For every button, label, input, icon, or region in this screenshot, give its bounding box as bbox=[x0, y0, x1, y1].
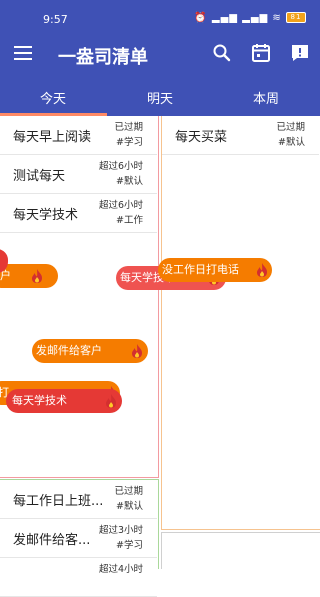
floating-task-bubble[interactable]: 发邮件给客户 bbox=[32, 339, 148, 363]
quadrant-not-urgent-important: 每天买菜 已过期 #默认 bbox=[161, 116, 320, 530]
task-name: 每天买菜 bbox=[175, 130, 228, 145]
bubble-label: 每天学技术 bbox=[12, 394, 67, 407]
tab-this-week[interactable]: 本周 bbox=[253, 88, 279, 107]
task-meta: 超过6小时 #默认 bbox=[98, 161, 143, 187]
task-name: 发邮件给客... bbox=[13, 533, 91, 548]
task-row[interactable]: 发邮件给客... 超过3小时 #学习 bbox=[0, 519, 157, 558]
task-meta: 已过期 #学习 bbox=[114, 122, 143, 148]
tab-bar: 今天 明天 本周 bbox=[0, 78, 320, 116]
flame-icon bbox=[257, 263, 267, 277]
quadrant-urgent-important: 每天早上阅读 已过期 #学习 测试每天 超过6小时 #默认 每天学技术 超过6小时 #… bbox=[0, 116, 159, 478]
task-row[interactable]: 测试每天 超过6小时 #默认 bbox=[0, 155, 157, 194]
task-meta: 超过3小时 #学习 bbox=[98, 525, 143, 551]
task-row[interactable]: 每天买菜 已过期 #默认 bbox=[162, 116, 319, 155]
feedback-icon[interactable] bbox=[289, 42, 311, 64]
menu-icon[interactable] bbox=[14, 46, 32, 60]
task-row[interactable]: 每天早上阅读 已过期 #学习 bbox=[0, 116, 157, 155]
task-meta: 已过期 #默认 bbox=[276, 122, 305, 148]
status-time: 9:57 bbox=[43, 13, 68, 26]
task-name: 每天早上阅读 bbox=[13, 130, 92, 145]
task-row[interactable]: 超过4小时 bbox=[0, 558, 157, 597]
app-title: 一盎司清单 bbox=[58, 47, 148, 68]
task-row[interactable]: 每天学技术 超过6小时 #工作 bbox=[0, 194, 157, 233]
battery-icon: 81 bbox=[286, 12, 306, 23]
floating-task-bubble[interactable]: 户 bbox=[0, 264, 58, 288]
task-meta: 超过4小时 bbox=[98, 564, 143, 575]
search-icon[interactable] bbox=[211, 42, 233, 64]
app-toolbar: 一盎司清单 bbox=[0, 40, 320, 78]
bubble-label: 发邮件给客户 bbox=[36, 344, 102, 357]
calendar-icon[interactable] bbox=[250, 42, 272, 64]
task-row[interactable]: 每工作日上班... 已过期 #默认 bbox=[0, 480, 157, 519]
quadrant-urgent-not-important: 每工作日上班... 已过期 #默认 发邮件给客... 超过3小时 #学习 超过4小时 bbox=[0, 479, 159, 597]
tab-tomorrow[interactable]: 明天 bbox=[147, 88, 173, 107]
status-bar: 9:57 ⏰ ▂▄▆ ▂▄▆ ≋ 81 bbox=[0, 0, 320, 40]
floating-task-bubble[interactable]: 每天学技术 bbox=[6, 389, 122, 413]
flame-icon bbox=[132, 344, 142, 358]
task-meta: 超过6小时 #工作 bbox=[98, 200, 143, 226]
task-name: 测试每天 bbox=[13, 169, 66, 184]
floating-task-bubble[interactable]: 没工作日打电话 bbox=[158, 258, 272, 282]
quadrant-not-urgent-not-important bbox=[161, 532, 320, 569]
flame-icon bbox=[32, 269, 42, 283]
bubble-label: 没工作日打电话 bbox=[162, 263, 239, 276]
status-icons: ⏰ ▂▄▆ ▂▄▆ ≋ 81 bbox=[194, 12, 306, 24]
status-signal-icons: ⏰ ▂▄▆ ▂▄▆ ≋ bbox=[194, 12, 282, 24]
task-meta: 已过期 #默认 bbox=[114, 486, 143, 512]
tab-today[interactable]: 今天 bbox=[40, 88, 66, 107]
task-name: 每工作日上班... bbox=[13, 494, 104, 509]
task-name: 每天学技术 bbox=[13, 208, 79, 223]
flame-icon bbox=[106, 394, 116, 408]
